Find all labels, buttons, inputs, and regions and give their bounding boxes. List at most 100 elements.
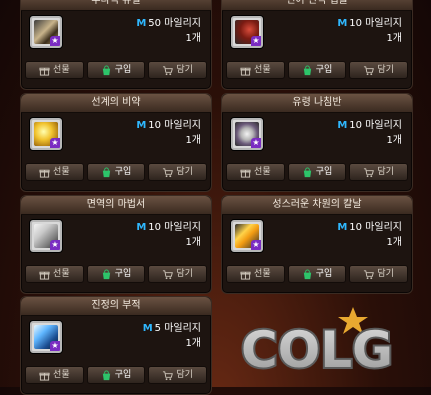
cart-button[interactable]: 담기 (349, 163, 409, 181)
mileage-icon: M (337, 120, 348, 131)
product-title: 진정의 부적 (21, 297, 211, 316)
gift-button[interactable]: 선물 (226, 163, 285, 181)
cart-icon (163, 65, 174, 75)
buy-label: 구입 (315, 65, 333, 75)
watermark-text: COLG (241, 321, 393, 379)
action-row: 선물 구입 담기 (226, 61, 409, 79)
cart-label: 담기 (176, 269, 193, 279)
buy-label: 구입 (114, 269, 132, 279)
gift-button[interactable]: 선물 (226, 61, 285, 79)
buy-button[interactable]: 구입 (287, 163, 347, 181)
mileage-icon: M (337, 222, 348, 233)
shopping-bag-icon (102, 64, 110, 75)
gift-label: 선물 (254, 167, 271, 177)
cart-icon (364, 269, 375, 279)
premium-mark-icon: ★ (251, 138, 261, 148)
shopping-bag-icon (303, 268, 311, 279)
gift-icon (39, 372, 50, 381)
product-card: 선계의 비약 ★ M 10 마일리지 1개 선물 구입 담기 (20, 93, 212, 192)
quantity: 1개 (185, 237, 201, 248)
quantity: 1개 (386, 237, 402, 248)
buy-button[interactable]: 구입 (287, 61, 347, 79)
cart-button[interactable]: 담기 (148, 163, 208, 181)
action-row: 선물 구입 담기 (226, 163, 409, 181)
price: M 10 마일리지 (337, 120, 402, 132)
gift-icon (39, 271, 50, 280)
cart-label: 담기 (176, 65, 193, 75)
gift-icon (240, 271, 251, 280)
quantity: 1개 (185, 135, 201, 146)
shopping-bag-icon (303, 166, 311, 177)
cart-icon (364, 65, 375, 75)
cart-button[interactable]: 담기 (148, 265, 208, 283)
shopping-bag-icon (303, 64, 311, 75)
cart-button[interactable]: 담기 (148, 61, 208, 79)
shopping-bag-icon (102, 268, 110, 279)
price-text: 10 마일리지 (349, 120, 402, 131)
quantity: 1개 (386, 135, 402, 146)
product-title: 선계의 비약 (21, 94, 211, 113)
premium-mark-icon: ★ (251, 240, 261, 250)
gift-icon (39, 67, 50, 76)
buy-button[interactable]: 구입 (287, 265, 347, 283)
action-row: 선물 구입 담기 (25, 61, 208, 79)
gift-label: 선물 (254, 65, 271, 75)
item-icon[interactable]: ★ (30, 220, 62, 252)
mileage-icon: M (337, 18, 348, 29)
buy-button[interactable]: 구입 (86, 163, 146, 181)
product-card: 면어 면역 캡슐 ★ M 10 마일리지 1개 선물 구입 담기 (221, 0, 413, 90)
action-row: 선물 구입 담기 (25, 265, 208, 283)
cart-label: 담기 (377, 269, 394, 279)
buy-button[interactable]: 구입 (86, 366, 146, 384)
cart-button[interactable]: 담기 (148, 366, 208, 384)
product-title: 성스러운 차원의 칼날 (222, 196, 412, 215)
product-title: 유령 나침반 (222, 94, 412, 113)
buy-label: 구입 (315, 269, 333, 279)
price-text: 10 마일리지 (349, 18, 402, 29)
gift-button[interactable]: 선물 (25, 366, 84, 384)
premium-mark-icon: ★ (50, 36, 60, 46)
gift-icon (240, 169, 251, 178)
buy-button[interactable]: 구입 (86, 61, 146, 79)
shopping-bag-icon (102, 166, 110, 177)
quantity: 1개 (386, 33, 402, 44)
gift-label: 선물 (53, 167, 70, 177)
mileage-icon: M (136, 120, 147, 131)
item-icon[interactable]: ★ (231, 220, 263, 252)
gift-icon (39, 169, 50, 178)
gift-button[interactable]: 선물 (25, 265, 84, 283)
premium-mark-icon: ★ (50, 341, 60, 351)
cart-button[interactable]: 담기 (349, 61, 409, 79)
buy-button[interactable]: 구입 (86, 265, 146, 283)
product-card: 면역의 마법서 ★ M 10 마일리지 1개 선물 구입 담기 (20, 195, 212, 294)
buy-label: 구입 (114, 167, 132, 177)
action-row: 선물 구입 담기 (226, 265, 409, 283)
gift-button[interactable]: 선물 (25, 163, 84, 181)
price-text: 10 마일리지 (148, 222, 201, 233)
product-card: 성스러운 차원의 칼날 ★ M 10 마일리지 1개 선물 구입 담기 (221, 195, 413, 294)
price-text: 50 마일리지 (148, 18, 201, 29)
price: M 10 마일리지 (136, 120, 201, 132)
item-icon[interactable]: ★ (231, 16, 263, 48)
cart-icon (163, 167, 174, 177)
cart-icon (163, 269, 174, 279)
mileage-icon: M (136, 18, 147, 29)
item-icon[interactable]: ★ (30, 118, 62, 150)
gift-label: 선물 (53, 269, 70, 279)
cart-button[interactable]: 담기 (349, 265, 409, 283)
quantity: 1개 (185, 33, 201, 44)
item-icon[interactable]: ★ (30, 321, 62, 353)
action-row: 선물 구입 담기 (25, 366, 208, 384)
product-title: 면어 면역 캡슐 (222, 0, 412, 11)
colg-watermark: COLG (233, 303, 409, 382)
item-icon[interactable]: ★ (231, 118, 263, 150)
product-card: 진정의 부적 ★ M5 마일리지 1개 선물 구입 담기 (20, 296, 212, 395)
price: M5 마일리지 (143, 323, 201, 335)
item-icon[interactable]: ★ (30, 16, 62, 48)
mileage-icon: M (142, 323, 153, 334)
quantity: 1개 (185, 338, 201, 349)
gift-button[interactable]: 선물 (226, 265, 285, 283)
price-text: 5 마일리지 (154, 323, 201, 334)
gift-button[interactable]: 선물 (25, 61, 84, 79)
price-text: 10 마일리지 (349, 222, 402, 233)
